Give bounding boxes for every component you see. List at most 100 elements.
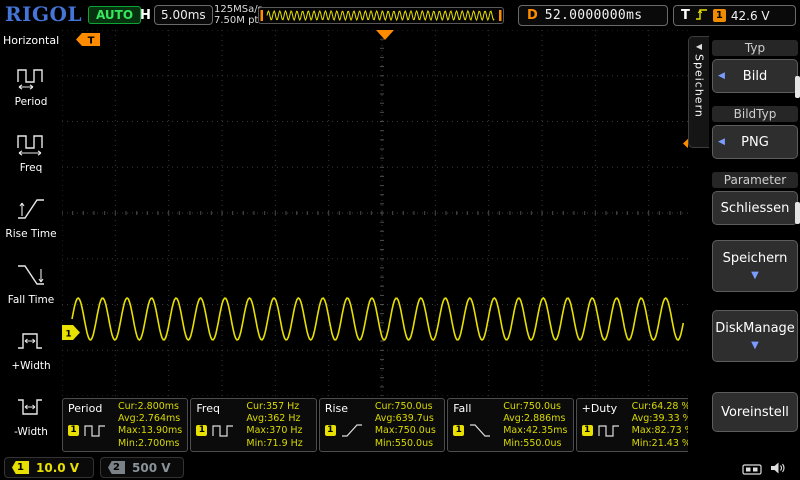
- measurement-label: Fall: [453, 402, 472, 415]
- channel-badge: 1: [196, 425, 208, 436]
- value-max: Max:13.90ms: [118, 425, 183, 437]
- delay-value: 52.0000000ms: [544, 8, 643, 23]
- menu-group-typ: Typ ◀ Bild: [712, 40, 798, 93]
- value-min: Min:550.0us: [374, 437, 434, 449]
- menu-group-header: Parameter: [712, 172, 798, 188]
- right-softkey-menu: ◀ Speichern Typ ◀ Bild BildTyp ◀ PNG Par…: [688, 30, 800, 455]
- button-label: DiskManage: [715, 321, 795, 336]
- channel1-scale: 10.0 V: [36, 460, 80, 475]
- channel2-status[interactable]: 2 500 V: [100, 457, 184, 478]
- menu-item-plus-width[interactable]: +Width: [0, 316, 62, 382]
- value-avg: Avg:362 Hz: [246, 413, 301, 425]
- menu-item-label: -Width: [14, 425, 48, 438]
- measurement-values: Cur:750.0us Avg:2.886ms Max:42.35ms Min:…: [503, 401, 567, 450]
- menu-group-bildtyp: BildTyp ◀ PNG: [712, 106, 798, 159]
- channel-badge: 1: [453, 425, 465, 436]
- period-icon: [16, 63, 46, 95]
- value-avg: Avg:39.33 %: [631, 413, 692, 425]
- menu-group-header: Typ: [712, 40, 798, 56]
- sample-rate: 125MSa/s: [214, 4, 263, 15]
- channel-badge: 1: [581, 425, 593, 436]
- left-arrow-icon: ◀: [718, 137, 725, 147]
- button-label: PNG: [741, 134, 769, 150]
- horizontal-scale-value: 5.00ms: [154, 5, 213, 25]
- menu-tab-speichern[interactable]: ◀ Speichern: [688, 36, 709, 148]
- channel2-badge: 2: [108, 461, 125, 474]
- menu-item-freq[interactable]: Freq: [0, 118, 62, 184]
- square-wave-icon: [212, 423, 234, 442]
- button-label: Speichern: [722, 251, 788, 266]
- voreinstell-button[interactable]: Voreinstell: [712, 392, 798, 432]
- measurement-panel-duty: +Duty 1 Cur:64.28 % Avg:39.33 % Max:82.7…: [575, 398, 703, 452]
- bild-button[interactable]: ◀ Bild: [712, 59, 798, 93]
- menu-item-fall-time[interactable]: Fall Time: [0, 250, 62, 316]
- left-arrow-icon: ◀: [718, 71, 725, 81]
- channel1-badge: 1: [12, 461, 29, 474]
- measurement-label: +Duty: [581, 402, 618, 415]
- value-cur: Cur:750.0us: [503, 401, 561, 412]
- menu-item-label: +Width: [11, 359, 51, 372]
- value-cur: Cur:2.800ms: [118, 401, 179, 412]
- value-max: Max:82.73 %: [631, 425, 694, 437]
- usb-icon: [742, 461, 762, 480]
- trigger-readout: T 1 42.6 V: [673, 5, 796, 26]
- plus-width-icon: [16, 327, 46, 359]
- freq-icon: [16, 129, 46, 161]
- measurement-panel-rise: Rise 1 Cur:750.0us Avg:639.7us Max:750.0…: [318, 398, 446, 452]
- delay-readout: D 52.0000000ms: [518, 5, 668, 26]
- square-wave-icon: [598, 423, 620, 442]
- menu-item-period[interactable]: Period: [0, 52, 62, 118]
- png-button[interactable]: ◀ PNG: [712, 125, 798, 159]
- measurement-values: Cur:357 Hz Avg:362 Hz Max:370 Hz Min:71.…: [246, 401, 302, 450]
- softkey-mark: [795, 202, 800, 224]
- fall-time-icon: [16, 261, 46, 293]
- trigger-source-badge: 1: [712, 9, 726, 22]
- menu-group-parameter: Parameter Schliessen: [712, 172, 798, 225]
- measurement-panel-freq: Freq 1 Cur:357 Hz Avg:362 Hz Max:370 Hz …: [190, 398, 317, 452]
- channel-badge: 1: [68, 425, 79, 436]
- measurement-panel-period: Period 1 Cur:2.800ms Avg:2.764ms Max:13.…: [62, 398, 189, 452]
- scope-grid-and-trace: TT1: [61, 29, 703, 400]
- rise-edge-icon: [341, 423, 363, 442]
- menu-item-label: Fall Time: [7, 293, 55, 306]
- trigger-label: T: [681, 8, 690, 23]
- left-measure-menu: Horizontal Period Freq Rise Time Fall Ti…: [0, 30, 62, 455]
- value-avg: Avg:2.886ms: [503, 413, 566, 425]
- menu-group-diskmanage: DiskManage ▼: [712, 310, 798, 362]
- schliessen-button[interactable]: Schliessen: [712, 191, 798, 225]
- channel1-status[interactable]: 1 10.0 V: [4, 457, 94, 478]
- trigger-level-value: 42.6 V: [730, 8, 770, 23]
- acquisition-info: 125MSa/s 7.50M pts: [214, 4, 264, 26]
- menu-item-minus-width[interactable]: -Width: [0, 382, 62, 448]
- menu-item-rise-time[interactable]: Rise Time: [0, 184, 62, 250]
- channel2-scale: 500 V: [132, 460, 171, 475]
- value-cur: Cur:64.28 %: [631, 401, 691, 412]
- value-min: Min:550.0us: [503, 437, 562, 449]
- channel-badge: 1: [324, 425, 336, 436]
- button-label: Bild: [742, 68, 768, 84]
- down-arrow-icon: ▼: [751, 270, 759, 281]
- measurement-row: Period 1 Cur:2.800ms Avg:2.764ms Max:13.…: [62, 398, 703, 452]
- waveform-preview-trace: [259, 8, 503, 23]
- menu-group-voreinstell: Voreinstell: [712, 392, 798, 432]
- speichern-button[interactable]: Speichern ▼: [712, 240, 798, 292]
- oscilloscope-screen: RIGOL AUTO H 5.00ms 125MSa/s 7.50M pts D…: [0, 0, 800, 480]
- value-min: Min:21.43 %: [631, 437, 691, 449]
- value-avg: Avg:639.7us: [374, 413, 434, 425]
- button-label: Schliessen: [720, 200, 790, 216]
- delay-label: D: [527, 8, 538, 23]
- trigger-slope-icon: [695, 6, 708, 25]
- horizontal-scale-label: H: [140, 8, 151, 23]
- fall-edge-icon: [469, 423, 491, 442]
- measurement-values: Cur:750.0us Avg:639.7us Max:750.0us Min:…: [375, 401, 436, 450]
- value-max: Max:370 Hz: [246, 425, 303, 437]
- value-max: Max:750.0us: [374, 425, 436, 437]
- diskmanage-button[interactable]: DiskManage ▼: [712, 310, 798, 362]
- svg-text:T: T: [88, 36, 95, 47]
- down-arrow-icon: ▼: [751, 340, 759, 351]
- speaker-icon: [770, 460, 787, 479]
- measurement-values: Cur:64.28 % Avg:39.33 % Max:82.73 % Min:…: [632, 401, 694, 450]
- scope-display: TT1: [61, 29, 703, 397]
- left-arrow-icon: ◀: [695, 42, 703, 51]
- softkey-mark: [795, 76, 800, 98]
